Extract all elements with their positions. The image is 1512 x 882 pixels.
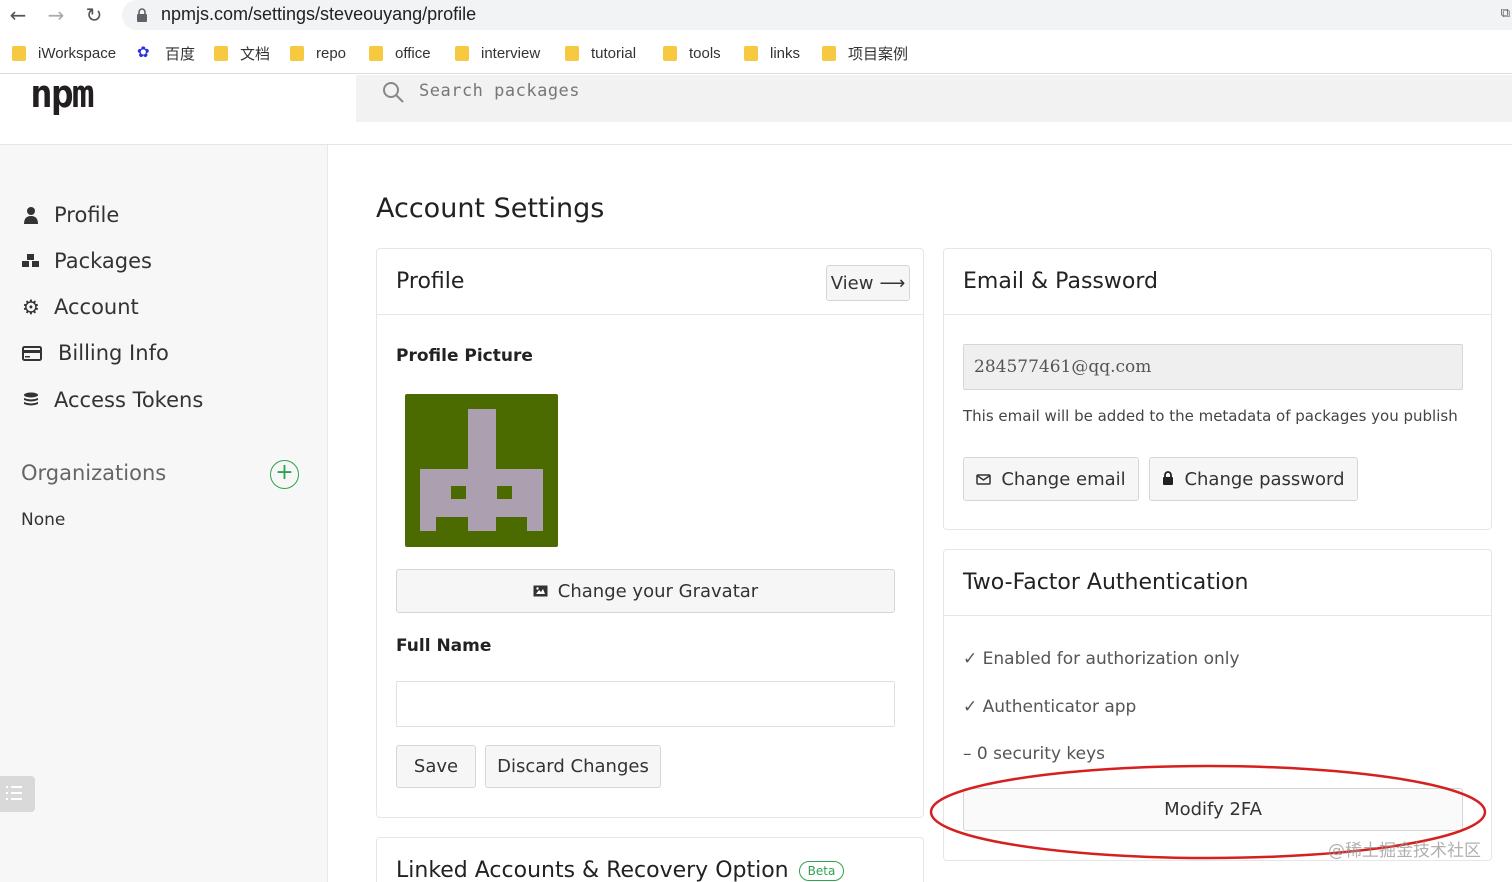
folder-icon: [822, 45, 836, 61]
folder-icon: [663, 45, 677, 61]
tfa-status-line: ✓ Authenticator app: [963, 697, 1137, 717]
card-header: Email & Password: [944, 249, 1491, 315]
gear-icon: ⚙: [22, 295, 40, 319]
bookmark-item[interactable]: ✿ 百度: [137, 44, 195, 63]
sidebar-item-billing[interactable]: Billing Info: [20, 338, 169, 368]
list-icon: [6, 786, 22, 800]
folder-icon: [369, 45, 383, 61]
card-title: Profile: [396, 269, 465, 294]
bookmark-item[interactable]: tutorial: [565, 44, 636, 62]
browser-toolbar: ← → ↻ npmjs.com/settings/steveouyang/pro…: [0, 0, 1512, 30]
database-icon: [20, 389, 42, 411]
view-profile-button[interactable]: View ⟶: [826, 265, 910, 301]
sidebar-item-profile[interactable]: Profile: [20, 200, 119, 230]
add-organization-button[interactable]: +: [270, 460, 299, 489]
folder-icon: [744, 45, 758, 61]
paw-icon: ✿: [137, 44, 150, 61]
bookmark-item[interactable]: 文档: [214, 44, 270, 63]
lock-icon: [1162, 469, 1174, 490]
bookmark-item[interactable]: iWorkspace: [12, 44, 116, 62]
folder-icon: [455, 45, 469, 61]
card-header: Two-Factor Authentication: [944, 550, 1491, 616]
card-title: Linked Accounts & Recovery Option Beta: [396, 858, 845, 882]
change-email-button[interactable]: Change email: [963, 457, 1139, 501]
profile-card: Profile View ⟶ Profile Picture Change yo…: [376, 248, 924, 818]
profile-picture-label: Profile Picture: [396, 346, 533, 366]
card-header: Profile View ⟶: [377, 249, 923, 315]
reload-icon[interactable]: ↻: [82, 3, 106, 27]
arrow-right-icon: ⟶: [879, 272, 906, 294]
sidebar-item-access-tokens[interactable]: Access Tokens: [20, 385, 203, 415]
card-title: Email & Password: [963, 269, 1158, 294]
linked-accounts-card: Linked Accounts & Recovery Option Beta: [376, 837, 924, 882]
bookmark-item[interactable]: office: [369, 44, 431, 62]
cubes-icon: [20, 250, 42, 272]
email-password-card: Email & Password 284577461@qq.com This e…: [943, 248, 1492, 530]
watermark: @稀土掘金技术社区: [1328, 841, 1481, 861]
credit-card-icon: [20, 342, 44, 364]
bookmark-item[interactable]: links: [744, 44, 800, 62]
folder-icon: [290, 45, 304, 61]
tfa-status-line: ✓ Enabled for authorization only: [963, 649, 1240, 669]
search-input[interactable]: Search packages: [419, 81, 580, 101]
back-arrow-icon[interactable]: ←: [6, 3, 30, 27]
sidebar-item-account[interactable]: ⚙ Account: [20, 292, 139, 322]
image-icon: [533, 581, 548, 602]
full-name-label: Full Name: [396, 636, 492, 656]
forward-arrow-icon[interactable]: →: [44, 3, 68, 27]
url-text: npmjs.com/settings/steveouyang/profile: [161, 4, 477, 24]
lock-icon: [137, 8, 147, 22]
bookmark-item[interactable]: tools: [663, 44, 721, 62]
settings-sidebar: Profile Packages ⚙ Account Billing Info …: [0, 145, 328, 882]
change-password-button[interactable]: Change password: [1149, 457, 1358, 501]
translate-icon[interactable]: ⧉: [1501, 6, 1510, 21]
beta-badge: Beta: [798, 861, 845, 881]
envelope-icon: [976, 469, 992, 490]
address-bar[interactable]: npmjs.com/settings/steveouyang/profile: [122, 0, 1512, 30]
full-name-input[interactable]: [396, 681, 895, 727]
search-bar[interactable]: Search packages: [356, 75, 1512, 122]
npm-logo[interactable]: npm: [30, 75, 95, 113]
search-icon: [383, 82, 404, 103]
email-note: This email will be added to the metadata…: [963, 407, 1458, 425]
change-gravatar-button[interactable]: Change your Gravatar: [396, 569, 895, 613]
bookmark-item[interactable]: 项目案例: [822, 44, 908, 63]
folder-icon: [214, 45, 228, 61]
card-title: Two-Factor Authentication: [963, 570, 1249, 595]
organizations-title: Organizations: [21, 461, 167, 485]
page-title: Account Settings: [376, 193, 605, 224]
discard-changes-button[interactable]: Discard Changes: [485, 745, 661, 788]
bookmark-item[interactable]: repo: [290, 44, 346, 62]
bookmark-item[interactable]: interview: [455, 44, 540, 62]
organizations-empty: None: [21, 510, 66, 530]
sidebar-item-packages[interactable]: Packages: [20, 246, 152, 276]
user-icon: [20, 204, 42, 226]
folder-icon: [565, 45, 579, 61]
save-button[interactable]: Save: [396, 745, 476, 788]
bookmarks-bar: iWorkspace ✿ 百度 文档 repo office interview …: [0, 32, 1512, 74]
tfa-status-line: – 0 security keys: [963, 744, 1106, 764]
email-field[interactable]: 284577461@qq.com: [963, 344, 1463, 390]
avatar: [405, 394, 558, 547]
npm-header: npm Search packages: [0, 75, 1512, 145]
folder-icon: [12, 45, 26, 61]
toggle-menu-button[interactable]: [0, 776, 35, 812]
